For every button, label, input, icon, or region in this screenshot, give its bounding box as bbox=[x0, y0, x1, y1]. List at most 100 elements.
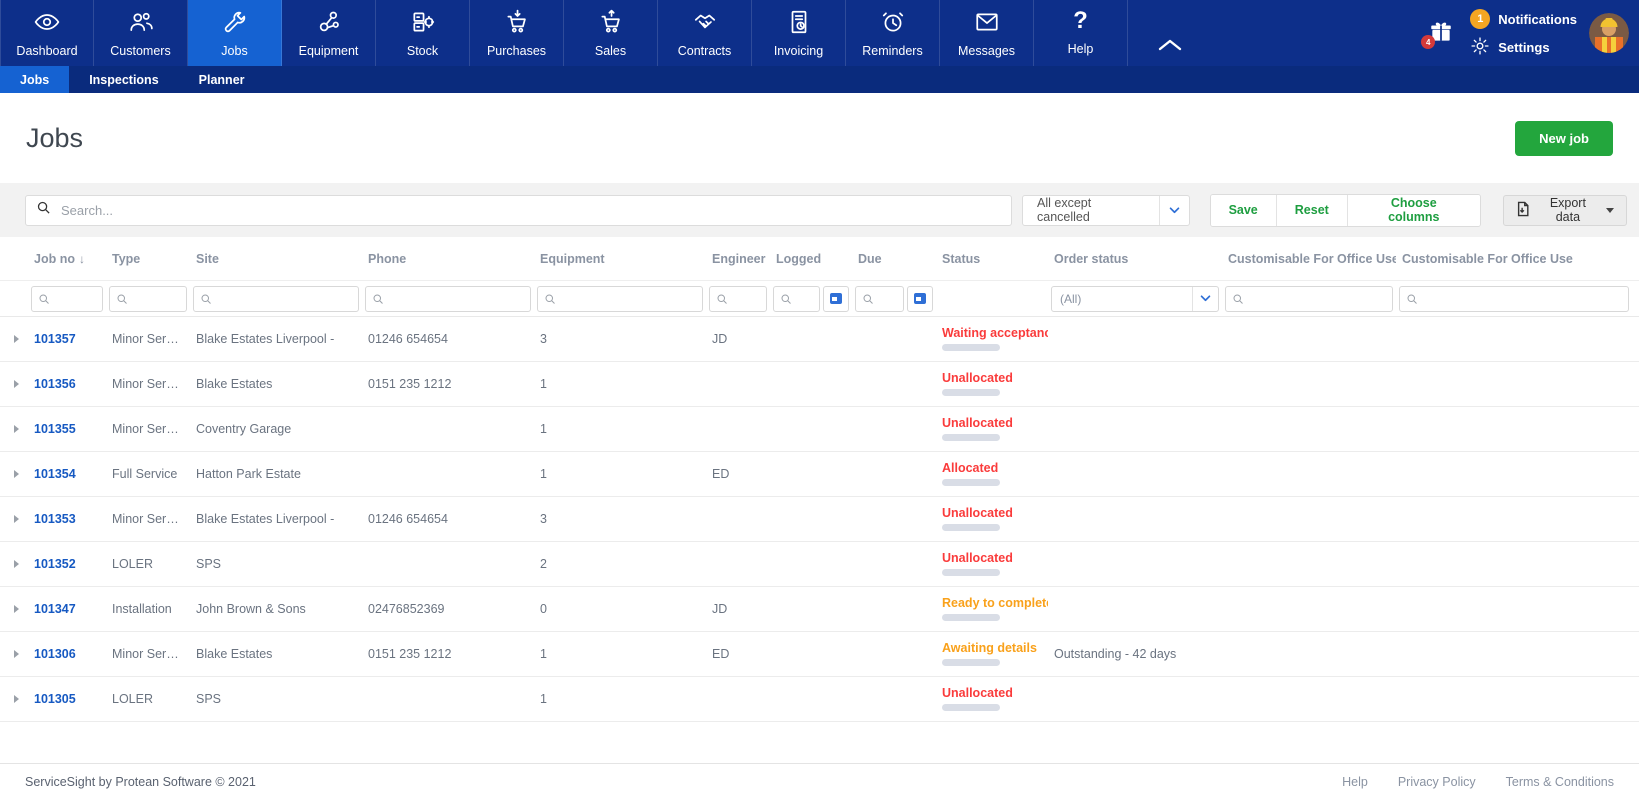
nav-item-help[interactable]: ? Help bbox=[1034, 0, 1128, 66]
expand-row-icon[interactable] bbox=[14, 560, 19, 568]
subnav-tab-planner[interactable]: Planner bbox=[179, 66, 265, 93]
nav-item-purchases[interactable]: Purchases bbox=[470, 0, 564, 66]
nav-item-customers[interactable]: Customers bbox=[94, 0, 188, 66]
table-row[interactable]: 101356 Minor Service Blake Estates 0151 235… bbox=[0, 362, 1639, 407]
filter-custom-1-input[interactable] bbox=[1249, 291, 1386, 306]
job-number-link[interactable]: 101354 bbox=[34, 467, 76, 481]
due-calendar-button[interactable] bbox=[907, 285, 933, 312]
chevron-down-icon[interactable] bbox=[1159, 195, 1188, 225]
nav-item-stock[interactable]: Stock bbox=[376, 0, 470, 66]
calendar-icon bbox=[830, 293, 842, 304]
footer-link-help[interactable]: Help bbox=[1342, 775, 1368, 789]
column-custom-1[interactable]: Customisable For Office Use bbox=[1222, 252, 1396, 266]
filter-phone-input[interactable] bbox=[389, 291, 524, 306]
expand-row-icon[interactable] bbox=[14, 425, 19, 433]
export-data-button[interactable]: Export data bbox=[1502, 194, 1627, 226]
expand-row-icon[interactable] bbox=[14, 335, 19, 343]
nav-item-jobs[interactable]: Jobs bbox=[188, 0, 282, 66]
filter-logged[interactable] bbox=[773, 285, 820, 312]
job-phone: 01246 654654 bbox=[368, 332, 448, 346]
filter-equipment-input[interactable] bbox=[561, 291, 696, 306]
new-job-button[interactable]: New job bbox=[1515, 120, 1613, 156]
column-equipment[interactable]: Equipment bbox=[534, 252, 706, 266]
nav-item-equipment[interactable]: Equipment bbox=[282, 0, 376, 66]
status-filter-dropdown[interactable]: All except cancelled bbox=[1022, 194, 1190, 226]
global-search[interactable] bbox=[25, 194, 1012, 226]
nav-item-sales[interactable]: Sales bbox=[564, 0, 658, 66]
column-job-no[interactable]: Job no ↓ bbox=[28, 252, 106, 266]
expand-row-icon[interactable] bbox=[14, 470, 19, 478]
filter-order-status-dropdown[interactable]: (All) bbox=[1051, 285, 1219, 312]
filter-site-input[interactable] bbox=[217, 291, 352, 306]
job-number-link[interactable]: 101353 bbox=[34, 512, 76, 526]
job-site: Hatton Park Estate bbox=[196, 467, 301, 481]
column-site[interactable]: Site bbox=[190, 252, 362, 266]
table-row[interactable]: 101305 LOLER SPS 1 Unallocated bbox=[0, 677, 1639, 722]
job-number-link[interactable]: 101347 bbox=[34, 602, 76, 616]
table-row[interactable]: 101357 Minor Servi... Blake Estates Liverp… bbox=[0, 317, 1639, 362]
filter-due-input[interactable] bbox=[879, 291, 897, 306]
filter-engineer[interactable] bbox=[709, 285, 767, 312]
search-input[interactable] bbox=[61, 202, 1001, 218]
filter-custom-1[interactable] bbox=[1225, 285, 1393, 312]
filter-phone[interactable] bbox=[365, 285, 531, 312]
expand-row-icon[interactable] bbox=[14, 650, 19, 658]
status-label: Allocated bbox=[942, 461, 999, 475]
filter-job-no[interactable] bbox=[31, 285, 103, 312]
job-number-link[interactable]: 101306 bbox=[34, 647, 76, 661]
nav-item-invoicing[interactable]: Invoicing bbox=[752, 0, 846, 66]
expand-row-icon[interactable] bbox=[14, 695, 19, 703]
table-row[interactable]: 101355 Minor Service Coventry Garage 1 Unall… bbox=[0, 407, 1639, 452]
filter-logged-input[interactable] bbox=[797, 291, 813, 306]
table-row[interactable]: 101347 Installation John Brown & Sons 02476… bbox=[0, 587, 1639, 632]
job-number-link[interactable]: 101305 bbox=[34, 692, 76, 706]
notifications-button[interactable]: 1 Notifications bbox=[1470, 9, 1577, 29]
column-order-status[interactable]: Order status bbox=[1048, 252, 1222, 266]
job-number-link[interactable]: 101355 bbox=[34, 422, 76, 436]
nav-item-dashboard[interactable]: Dashboard bbox=[0, 0, 94, 66]
filter-site[interactable] bbox=[193, 285, 359, 312]
job-number-link[interactable]: 101352 bbox=[34, 557, 76, 571]
filter-engineer-input[interactable] bbox=[733, 291, 760, 306]
choose-columns-button[interactable]: Choose columns bbox=[1347, 194, 1480, 226]
chevron-up-icon[interactable] bbox=[1156, 37, 1184, 58]
user-avatar[interactable] bbox=[1589, 13, 1629, 53]
column-due[interactable]: Due bbox=[852, 252, 936, 266]
job-number-link[interactable]: 101356 bbox=[34, 377, 76, 391]
save-button[interactable]: Save bbox=[1210, 194, 1277, 226]
subnav-tab-jobs[interactable]: Jobs bbox=[0, 66, 70, 93]
job-number-link[interactable]: 101357 bbox=[34, 332, 76, 346]
column-logged[interactable]: Logged bbox=[770, 252, 852, 266]
logged-calendar-button[interactable] bbox=[823, 285, 849, 312]
whats-new-button[interactable]: 4 bbox=[1421, 19, 1458, 49]
column-engineer[interactable]: Engineer bbox=[706, 252, 770, 266]
nav-item-contracts[interactable]: Contracts bbox=[658, 0, 752, 66]
column-phone[interactable]: Phone bbox=[362, 252, 534, 266]
filter-custom-2[interactable] bbox=[1399, 285, 1629, 312]
filter-custom-2-input[interactable] bbox=[1423, 291, 1622, 306]
nav-item-messages[interactable]: Messages bbox=[940, 0, 1034, 66]
chevron-down-icon[interactable] bbox=[1192, 286, 1218, 311]
column-custom-2[interactable]: Customisable For Office Use bbox=[1396, 252, 1639, 266]
column-type[interactable]: Type bbox=[106, 252, 190, 266]
table-row[interactable]: 101352 LOLER SPS 2 Unallocated bbox=[0, 542, 1639, 587]
table-row[interactable]: 101353 Minor Servi... Blake Estates Liverp… bbox=[0, 497, 1639, 542]
filter-job-no-input[interactable] bbox=[55, 291, 96, 306]
job-site: Blake Estates Liverpool - bbox=[196, 332, 335, 346]
expand-row-icon[interactable] bbox=[14, 380, 19, 388]
footer-link-privacy-policy[interactable]: Privacy Policy bbox=[1398, 775, 1476, 789]
filter-due[interactable] bbox=[855, 285, 904, 312]
nav-item-reminders[interactable]: Reminders bbox=[846, 0, 940, 66]
filter-type-input[interactable] bbox=[133, 291, 180, 306]
filter-type[interactable] bbox=[109, 285, 187, 312]
expand-row-icon[interactable] bbox=[14, 605, 19, 613]
expand-row-icon[interactable] bbox=[14, 515, 19, 523]
footer-link-terms[interactable]: Terms & Conditions bbox=[1506, 775, 1614, 789]
reset-button[interactable]: Reset bbox=[1276, 194, 1348, 226]
filter-equipment[interactable] bbox=[537, 285, 703, 312]
column-status[interactable]: Status bbox=[936, 252, 1048, 266]
settings-button[interactable]: Settings bbox=[1470, 36, 1577, 59]
table-row[interactable]: 101354 Full Service Hatton Park Estate 1 ED A… bbox=[0, 452, 1639, 497]
subnav-tab-inspections[interactable]: Inspections bbox=[69, 66, 178, 93]
table-row[interactable]: 101306 Minor Service Blake Estates 0151 235… bbox=[0, 632, 1639, 677]
